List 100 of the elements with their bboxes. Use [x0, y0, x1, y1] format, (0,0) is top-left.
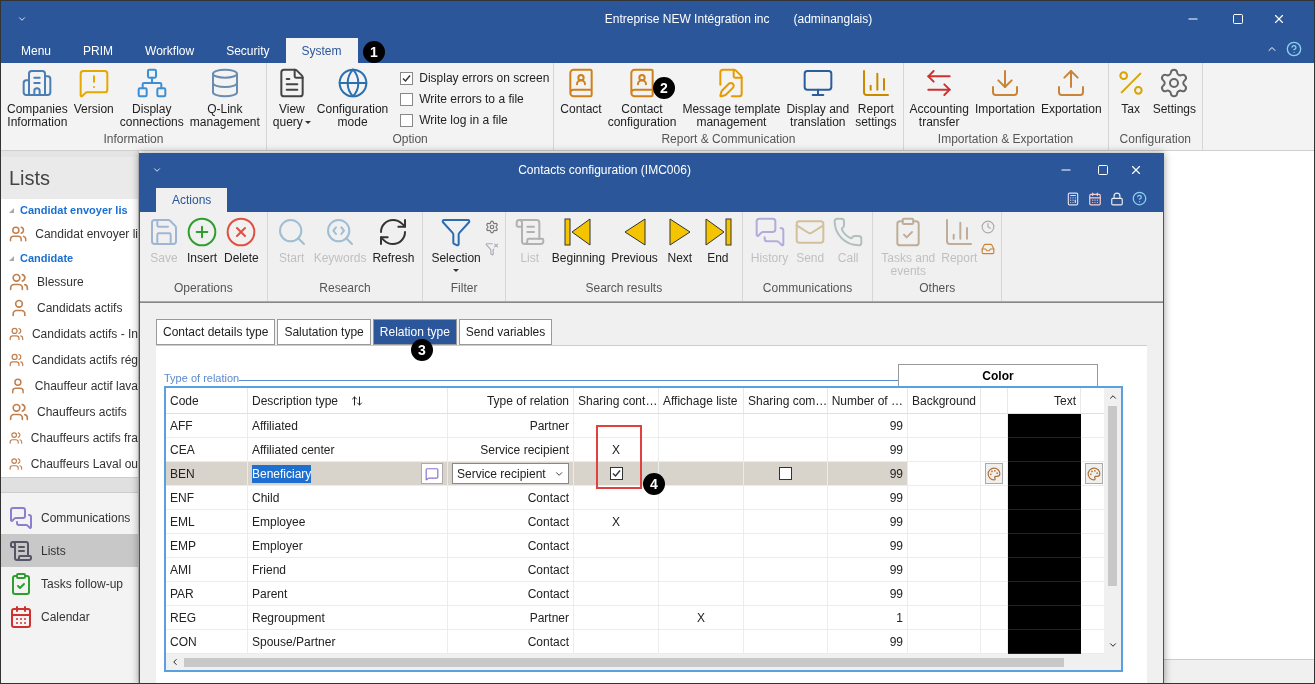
- ribbon-tab[interactable]: Actions: [156, 188, 228, 212]
- network-icon: [135, 67, 168, 99]
- checkbox-option[interactable]: Write errors to a file: [400, 90, 550, 108]
- ribbon-button[interactable]: Message template management: [680, 67, 783, 129]
- maximize-icon[interactable]: [1232, 12, 1244, 25]
- calculator-icon[interactable]: [1066, 191, 1080, 206]
- column-header[interactable]: Code: [170, 391, 199, 410]
- expand-arrow-icon[interactable]: [9, 207, 14, 213]
- ribbon-button[interactable]: Accounting transfer: [907, 67, 971, 129]
- tree-item[interactable]: Chauffeurs actifs: [1, 399, 138, 425]
- palette-button[interactable]: [1085, 463, 1103, 484]
- tree-item[interactable]: Candidats actifs - In: [1, 321, 138, 347]
- gear-icon[interactable]: [484, 220, 499, 234]
- checkbox[interactable]: [400, 71, 414, 85]
- column-header[interactable]: Text: [1054, 391, 1076, 410]
- checkbox[interactable]: [400, 113, 414, 127]
- lock-icon[interactable]: [1110, 191, 1124, 206]
- table-row[interactable]: AFF Affiliated Partner 99: [166, 414, 1104, 438]
- checkbox[interactable]: [779, 467, 792, 480]
- scroll-left-icon[interactable]: [170, 657, 180, 667]
- menu-tab[interactable]: Menu: [5, 38, 68, 63]
- tab[interactable]: Send variables: [458, 319, 553, 345]
- nav-item[interactable]: Communications: [1, 501, 138, 534]
- tree-group[interactable]: Candidate: [20, 249, 74, 267]
- checkbox-option[interactable]: Write log in a file: [400, 111, 550, 129]
- scroll-up-icon[interactable]: [1107, 392, 1118, 402]
- ribbon-button[interactable]: View query: [270, 67, 313, 129]
- table-row[interactable]: EML Employee Contact X 99: [166, 510, 1104, 534]
- menu-tab[interactable]: System: [285, 38, 358, 63]
- ribbon-button[interactable]: Version: [71, 67, 116, 116]
- ribbon-button[interactable]: Contact: [558, 67, 604, 116]
- toolbar-button[interactable]: Refresh: [370, 216, 417, 279]
- tree-item[interactable]: Chauffeurs Laval ou: [1, 451, 138, 477]
- checkbox-option[interactable]: Display errors on screen: [400, 69, 550, 87]
- expand-arrow-icon[interactable]: [9, 255, 14, 261]
- column-header[interactable]: Background: [912, 391, 977, 410]
- table-cell-text: 99: [889, 441, 903, 459]
- ribbon-button[interactable]: Report settings: [853, 67, 899, 129]
- toolbar-button[interactable]: Insert: [184, 216, 220, 279]
- tab[interactable]: Contact details type: [156, 319, 276, 345]
- calendar-icon[interactable]: [1088, 191, 1102, 206]
- maximize-icon[interactable]: [1097, 163, 1109, 176]
- column-header[interactable]: Description type: [252, 391, 339, 410]
- scrollbar[interactable]: [1, 477, 138, 493]
- tab[interactable]: Relation type: [372, 319, 457, 345]
- table-row[interactable]: EMP Employer Contact 99: [166, 534, 1104, 558]
- ribbon-button[interactable]: Tax: [1112, 67, 1149, 116]
- checkbox[interactable]: [609, 467, 623, 480]
- column-header[interactable]: Type of relation: [486, 391, 569, 410]
- inbox-icon[interactable]: [981, 242, 996, 256]
- menu-tab[interactable]: Workflow: [129, 38, 211, 63]
- vertical-scrollbar[interactable]: [1104, 388, 1121, 654]
- scroll-down-icon[interactable]: [1107, 640, 1118, 650]
- menu-tab[interactable]: Security: [210, 38, 286, 63]
- ribbon-button[interactable]: Display connections: [117, 67, 186, 129]
- comment-button[interactable]: [421, 463, 443, 484]
- clock-icon[interactable]: [981, 220, 996, 234]
- relation-dropdown[interactable]: Service recipient: [452, 463, 569, 484]
- toolbar-button[interactable]: Beginning: [549, 216, 608, 279]
- ribbon-button[interactable]: Settings: [1150, 67, 1198, 116]
- help-icon[interactable]: [1132, 191, 1147, 206]
- toolbar-button[interactable]: Selection: [429, 216, 483, 279]
- table-row[interactable]: AMI Friend Contact 99: [166, 558, 1104, 582]
- tree-group[interactable]: Candidat envoyer lis: [20, 201, 128, 219]
- menu-tab[interactable]: PRIM: [67, 38, 130, 63]
- tree-item[interactable]: Candidats actifs: [1, 295, 138, 321]
- ribbon-button[interactable]: Exportation: [1038, 67, 1104, 116]
- column-header[interactable]: Sharing cont…: [578, 391, 658, 410]
- tree-item[interactable]: Candidat envoyer li: [1, 221, 138, 247]
- checkbox[interactable]: [400, 92, 414, 106]
- toolbar-button[interactable]: Previous: [609, 216, 660, 279]
- palette-button[interactable]: [985, 463, 1003, 484]
- column-header[interactable]: Affichage liste: [663, 391, 738, 410]
- table-row[interactable]: CON Spouse/Partner Contact 99: [166, 630, 1104, 654]
- toolbar-button[interactable]: Delete: [222, 216, 261, 279]
- ribbon-button[interactable]: Configuration mode: [314, 67, 391, 129]
- tree-item[interactable]: Chauffeur actif lava: [1, 373, 138, 399]
- horizontal-scrollbar[interactable]: [166, 654, 1121, 670]
- tree-item[interactable]: Candidats actifs rég: [1, 347, 138, 373]
- nav-item[interactable]: Tasks follow-up: [1, 567, 138, 600]
- tab[interactable]: Salutation type: [277, 319, 371, 345]
- table-row[interactable]: REG Regroupment Partner X 1: [166, 606, 1104, 630]
- ribbon-button[interactable]: Companies Information: [5, 67, 70, 129]
- tree-item[interactable]: Blessure: [1, 269, 138, 295]
- table-row[interactable]: PAR Parent Contact 99: [166, 582, 1104, 606]
- description-input[interactable]: Beneficiary: [252, 464, 312, 483]
- tree-item[interactable]: Chauffeurs actifs fra: [1, 425, 138, 451]
- nav-item[interactable]: Calendar: [1, 600, 138, 633]
- help-icon[interactable]: [1286, 41, 1302, 57]
- column-header[interactable]: Number of …: [831, 391, 903, 410]
- ribbon-button[interactable]: Display and translation: [784, 67, 852, 129]
- table-cell-text: BEN: [170, 465, 195, 483]
- table-cell-text: Parent: [252, 585, 288, 603]
- ribbon-button[interactable]: Importation: [972, 67, 1037, 116]
- column-header[interactable]: Sharing com…: [748, 391, 828, 410]
- nav-item[interactable]: Lists: [1, 534, 138, 567]
- ribbon-button[interactable]: Q-Link management: [187, 67, 262, 129]
- toolbar-button[interactable]: Next: [661, 216, 698, 279]
- toolbar-button[interactable]: End: [699, 216, 736, 279]
- table-row[interactable]: CEA Affiliated center Service recipient X 99: [166, 438, 1104, 462]
